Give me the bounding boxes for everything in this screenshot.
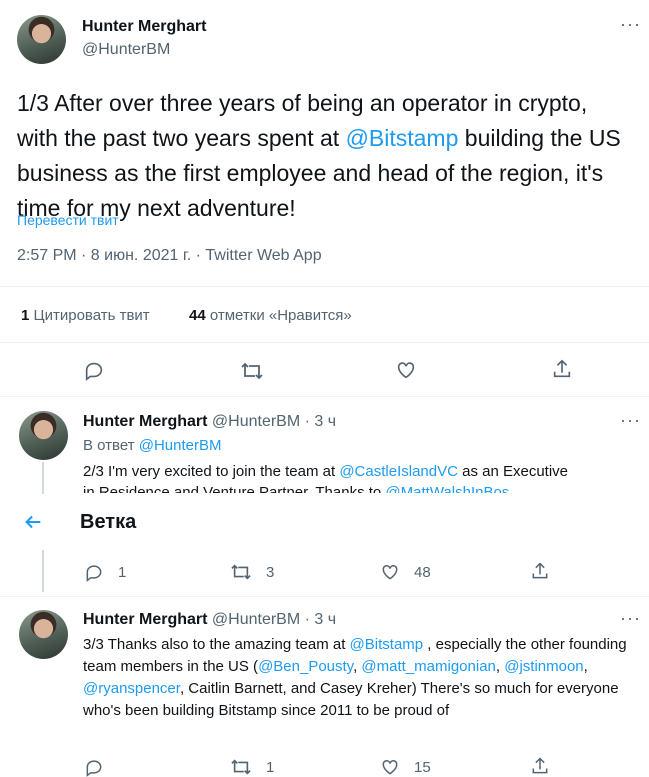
retweet-count: 1 (266, 758, 275, 776)
mention-link[interactable]: @Bitstamp (350, 636, 424, 653)
avatar[interactable] (19, 411, 68, 460)
retweet-action[interactable]: 1 (230, 757, 274, 777)
reply-text: 2/3 I'm very excited to join the team at… (83, 461, 643, 493)
quote-label: Цитировать твит (33, 307, 150, 324)
retweet-icon (230, 562, 252, 582)
reply-to: В ответ @HunterBM (83, 437, 222, 454)
like-action[interactable]: 15 (380, 757, 431, 777)
author-name[interactable]: Hunter Merghart (82, 18, 206, 36)
share-icon[interactable] (530, 561, 550, 581)
translate-link[interactable]: Перевести твит (17, 212, 119, 228)
avatar[interactable] (17, 15, 66, 64)
author-name[interactable]: Hunter Merghart (83, 611, 207, 628)
back-arrow-icon[interactable] (22, 511, 44, 533)
share-icon[interactable] (551, 358, 573, 380)
like-icon (380, 757, 400, 777)
retweet-count: 3 (266, 563, 275, 581)
author-handle[interactable]: @HunterBM (82, 41, 170, 59)
avatar[interactable] (19, 610, 68, 659)
mention-link[interactable]: @MattWalshInBos (385, 484, 509, 493)
mention-link[interactable]: @ryanspencer (83, 680, 180, 697)
like-count: 48 (414, 563, 431, 581)
author-handle[interactable]: @HunterBM (212, 413, 300, 430)
reply-action[interactable]: 1 (84, 562, 126, 582)
share-icon[interactable] (530, 756, 550, 776)
like-count: 15 (414, 758, 431, 776)
reply-header: Hunter Merghart @HunterBM · 3 ч (83, 413, 336, 431)
reply-icon[interactable] (83, 359, 105, 381)
retweet-action[interactable]: 3 (230, 562, 274, 582)
mention-link[interactable]: @Bitstamp (346, 125, 459, 151)
retweet-icon[interactable] (240, 360, 264, 382)
reply-text: 3/3 Thanks also to the amazing team at @… (83, 636, 627, 719)
like-count: 44 (189, 307, 206, 324)
more-icon[interactable]: ··· (620, 410, 641, 431)
retweet-icon (230, 757, 252, 777)
more-icon[interactable]: ··· (620, 14, 641, 35)
like-action[interactable]: 48 (380, 562, 431, 582)
reply-icon (84, 562, 104, 582)
thread-header: Ветка (0, 494, 649, 550)
more-icon[interactable]: ··· (620, 608, 641, 629)
author-handle[interactable]: @HunterBM (212, 611, 300, 628)
mention-link[interactable]: @matt_mamigonian (361, 658, 495, 675)
page-title: Ветка (80, 511, 137, 533)
like-icon[interactable] (395, 359, 417, 381)
mention-link[interactable]: @Ben_Pousty (258, 658, 353, 675)
reply-header: Hunter Merghart @HunterBM · 3 ч (83, 611, 336, 629)
tweet-text: 1/3 After over three years of being an o… (17, 90, 621, 221)
reply-icon (84, 757, 104, 777)
like-label: отметки «Нравится» (209, 307, 352, 324)
reply-count: 1 (118, 563, 127, 581)
tweet-meta[interactable]: 2:57 PM · 8 июн. 2021 г. · Twitter Web A… (17, 247, 322, 265)
like-icon (380, 562, 400, 582)
tweet-time[interactable]: · 3 ч (305, 611, 336, 628)
mention-link[interactable]: @jstinmoon (504, 658, 583, 675)
reply-action[interactable] (84, 757, 104, 777)
quote-stat[interactable]: 1 Цитировать твит (21, 307, 150, 324)
tweet-time[interactable]: · 3 ч (305, 413, 336, 430)
author-name[interactable]: Hunter Merghart (83, 413, 207, 430)
mention-link[interactable]: @CastleIslandVC (339, 463, 458, 480)
reply-to-link[interactable]: @HunterBM (139, 437, 222, 454)
like-stat[interactable]: 44 отметки «Нравится» (189, 307, 352, 324)
quote-count: 1 (21, 307, 30, 324)
